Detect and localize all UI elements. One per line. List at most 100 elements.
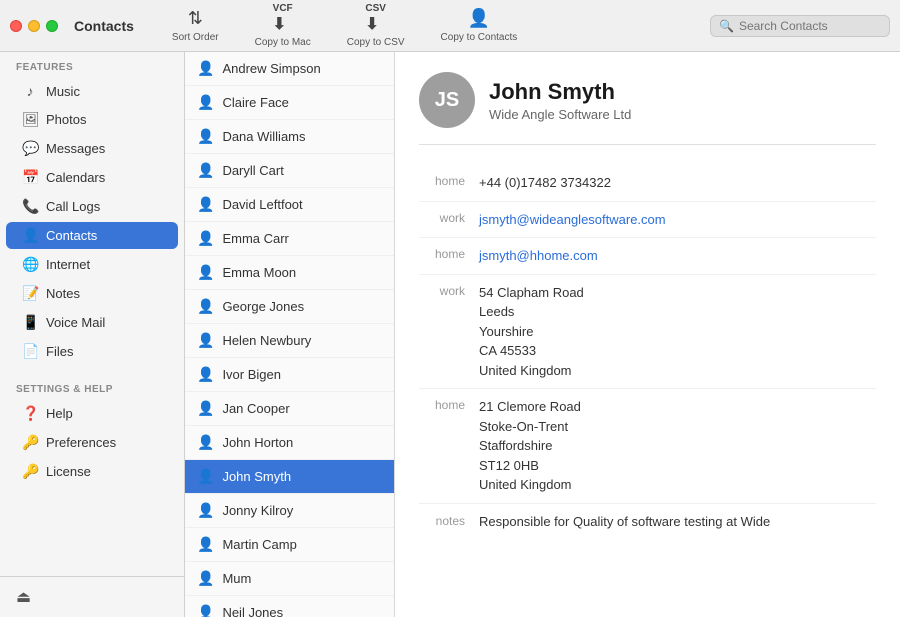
contact-item-selected[interactable]: 👤 John Smyth xyxy=(185,460,394,494)
work-address-line2: Leeds xyxy=(479,302,876,322)
contact-item[interactable]: 👤 Jonny Kilroy xyxy=(185,494,394,528)
contact-item[interactable]: 👤 Claire Face xyxy=(185,86,394,120)
contact-name: Jan Cooper xyxy=(222,401,289,416)
contact-item[interactable]: 👤 Ivor Bigen xyxy=(185,358,394,392)
home-email-label: home xyxy=(419,246,479,261)
sidebar-item-calendars[interactable]: 📅 Calendars xyxy=(6,164,178,191)
contact-person-icon: 👤 xyxy=(197,468,214,485)
sidebar-item-label: Messages xyxy=(46,141,105,156)
close-button[interactable] xyxy=(10,20,22,32)
sort-order-icon: ⇅ xyxy=(188,8,203,29)
contact-item[interactable]: 👤 John Horton xyxy=(185,426,394,460)
contact-item[interactable]: 👤 David Leftfoot xyxy=(185,188,394,222)
home-address-value: 21 Clemore Road Stoke-On-Trent Staffords… xyxy=(479,397,876,495)
sort-order-button[interactable]: ⇅ Sort Order xyxy=(164,6,227,45)
contact-item[interactable]: 👤 Jan Cooper xyxy=(185,392,394,426)
contact-person-icon: 👤 xyxy=(197,332,214,349)
contact-full-name: John Smyth xyxy=(489,79,631,105)
sidebar-item-call-logs[interactable]: 📞 Call Logs xyxy=(6,193,178,220)
sidebar-item-preferences[interactable]: 🔑 Preferences xyxy=(6,429,178,456)
main-content: Features ♪ Music 🖼 Photos 💬 Messages 📅 C… xyxy=(0,52,900,617)
home-address-line3: Staffordshire xyxy=(479,436,876,456)
contact-person-icon: 👤 xyxy=(197,434,214,451)
work-address-label: work xyxy=(419,283,479,298)
contact-name: Neil Jones xyxy=(222,605,283,617)
notes-value: Responsible for Quality of software test… xyxy=(479,514,876,529)
work-email-row: work jsmyth@wideanglesoftware.com xyxy=(419,202,876,239)
contact-item[interactable]: 👤 Martin Camp xyxy=(185,528,394,562)
search-input[interactable] xyxy=(739,19,881,33)
copy-to-csv-button[interactable]: CSV⬇ Copy to CSV xyxy=(339,1,413,50)
copy-to-contacts-label: Copy to Contacts xyxy=(441,32,518,43)
contact-company: Wide Angle Software Ltd xyxy=(489,107,631,122)
copy-to-contacts-button[interactable]: 👤 Copy to Contacts xyxy=(433,6,526,45)
home-address-line5: United Kingdom xyxy=(479,475,876,495)
sidebar-item-label: Photos xyxy=(46,112,86,127)
contact-person-icon: 👤 xyxy=(197,298,214,315)
sidebar-item-label: License xyxy=(46,464,91,479)
files-icon: 📄 xyxy=(22,343,38,360)
maximize-button[interactable] xyxy=(46,20,58,32)
contact-header: JS John Smyth Wide Angle Software Ltd xyxy=(419,72,876,145)
contact-item[interactable]: 👤 Helen Newbury xyxy=(185,324,394,358)
sidebar-item-contacts[interactable]: 👤 Contacts xyxy=(6,222,178,249)
contact-item[interactable]: 👤 Daryll Cart xyxy=(185,154,394,188)
sidebar-item-photos[interactable]: 🖼 Photos xyxy=(6,106,178,133)
contact-name: Andrew Simpson xyxy=(222,61,320,76)
sidebar-item-voicemail[interactable]: 📱 Voice Mail xyxy=(6,309,178,336)
app-title: Contacts xyxy=(74,18,134,34)
search-bar[interactable]: 🔍 xyxy=(710,15,890,37)
photos-icon: 🖼 xyxy=(22,111,38,128)
calendars-icon: 📅 xyxy=(22,169,38,186)
minimize-button[interactable] xyxy=(28,20,40,32)
work-address-line1: 54 Clapham Road xyxy=(479,283,876,303)
contact-name: John Horton xyxy=(222,435,293,450)
home-address-line4: ST12 0HB xyxy=(479,456,876,476)
contact-person-icon: 👤 xyxy=(197,94,214,111)
contact-person-icon: 👤 xyxy=(197,536,214,553)
sidebar-item-music[interactable]: ♪ Music xyxy=(6,78,178,104)
work-email-link[interactable]: jsmyth@wideanglesoftware.com xyxy=(479,212,666,227)
voicemail-icon: 📱 xyxy=(22,314,38,331)
contact-name: Emma Carr xyxy=(222,231,288,246)
sidebar-item-label: Call Logs xyxy=(46,199,100,214)
internet-icon: 🌐 xyxy=(22,256,38,273)
contact-item[interactable]: 👤 Neil Jones xyxy=(185,596,394,617)
work-email-value: jsmyth@wideanglesoftware.com xyxy=(479,210,876,230)
contact-person-icon: 👤 xyxy=(197,128,214,145)
contact-item[interactable]: 👤 Andrew Simpson xyxy=(185,52,394,86)
home-email-link[interactable]: jsmyth@hhome.com xyxy=(479,248,598,263)
eject-button[interactable]: ⏏ xyxy=(0,576,184,617)
work-address-line5: United Kingdom xyxy=(479,361,876,381)
sidebar-item-label: Voice Mail xyxy=(46,315,105,330)
sidebar-item-help[interactable]: ❓ Help xyxy=(6,400,178,427)
contact-item[interactable]: 👤 Emma Carr xyxy=(185,222,394,256)
contact-person-icon: 👤 xyxy=(197,264,214,281)
contact-item[interactable]: 👤 George Jones xyxy=(185,290,394,324)
copy-to-csv-label: Copy to CSV xyxy=(347,37,405,48)
copy-to-mac-button[interactable]: VCF⬇ Copy to Mac xyxy=(247,1,319,50)
license-icon: 🔑 xyxy=(22,463,38,480)
contact-person-icon: 👤 xyxy=(197,570,214,587)
contact-name: Ivor Bigen xyxy=(222,367,281,382)
traffic-lights xyxy=(10,20,58,32)
help-icon: ❓ xyxy=(22,405,38,422)
sidebar-item-notes[interactable]: 📝 Notes xyxy=(6,280,178,307)
contact-item[interactable]: 👤 Emma Moon xyxy=(185,256,394,290)
contact-item[interactable]: 👤 Dana Williams xyxy=(185,120,394,154)
notes-label: notes xyxy=(419,514,479,528)
contact-item[interactable]: 👤 Mum xyxy=(185,562,394,596)
sidebar-item-files[interactable]: 📄 Files xyxy=(6,338,178,365)
sidebar-item-license[interactable]: 🔑 License xyxy=(6,458,178,485)
sidebar-item-messages[interactable]: 💬 Messages xyxy=(6,135,178,162)
home-address-line2: Stoke-On-Trent xyxy=(479,417,876,437)
phone-label: home xyxy=(419,173,479,188)
sidebar-item-internet[interactable]: 🌐 Internet xyxy=(6,251,178,278)
preferences-icon: 🔑 xyxy=(22,434,38,451)
sidebar-item-label: Notes xyxy=(46,286,80,301)
contact-name: John Smyth xyxy=(222,469,291,484)
search-icon: 🔍 xyxy=(719,19,734,33)
toolbar-left-group: ⇅ Sort Order VCF⬇ Copy to Mac CSV⬇ Copy … xyxy=(164,1,525,50)
contact-name: Helen Newbury xyxy=(222,333,311,348)
contact-person-icon: 👤 xyxy=(197,604,214,617)
